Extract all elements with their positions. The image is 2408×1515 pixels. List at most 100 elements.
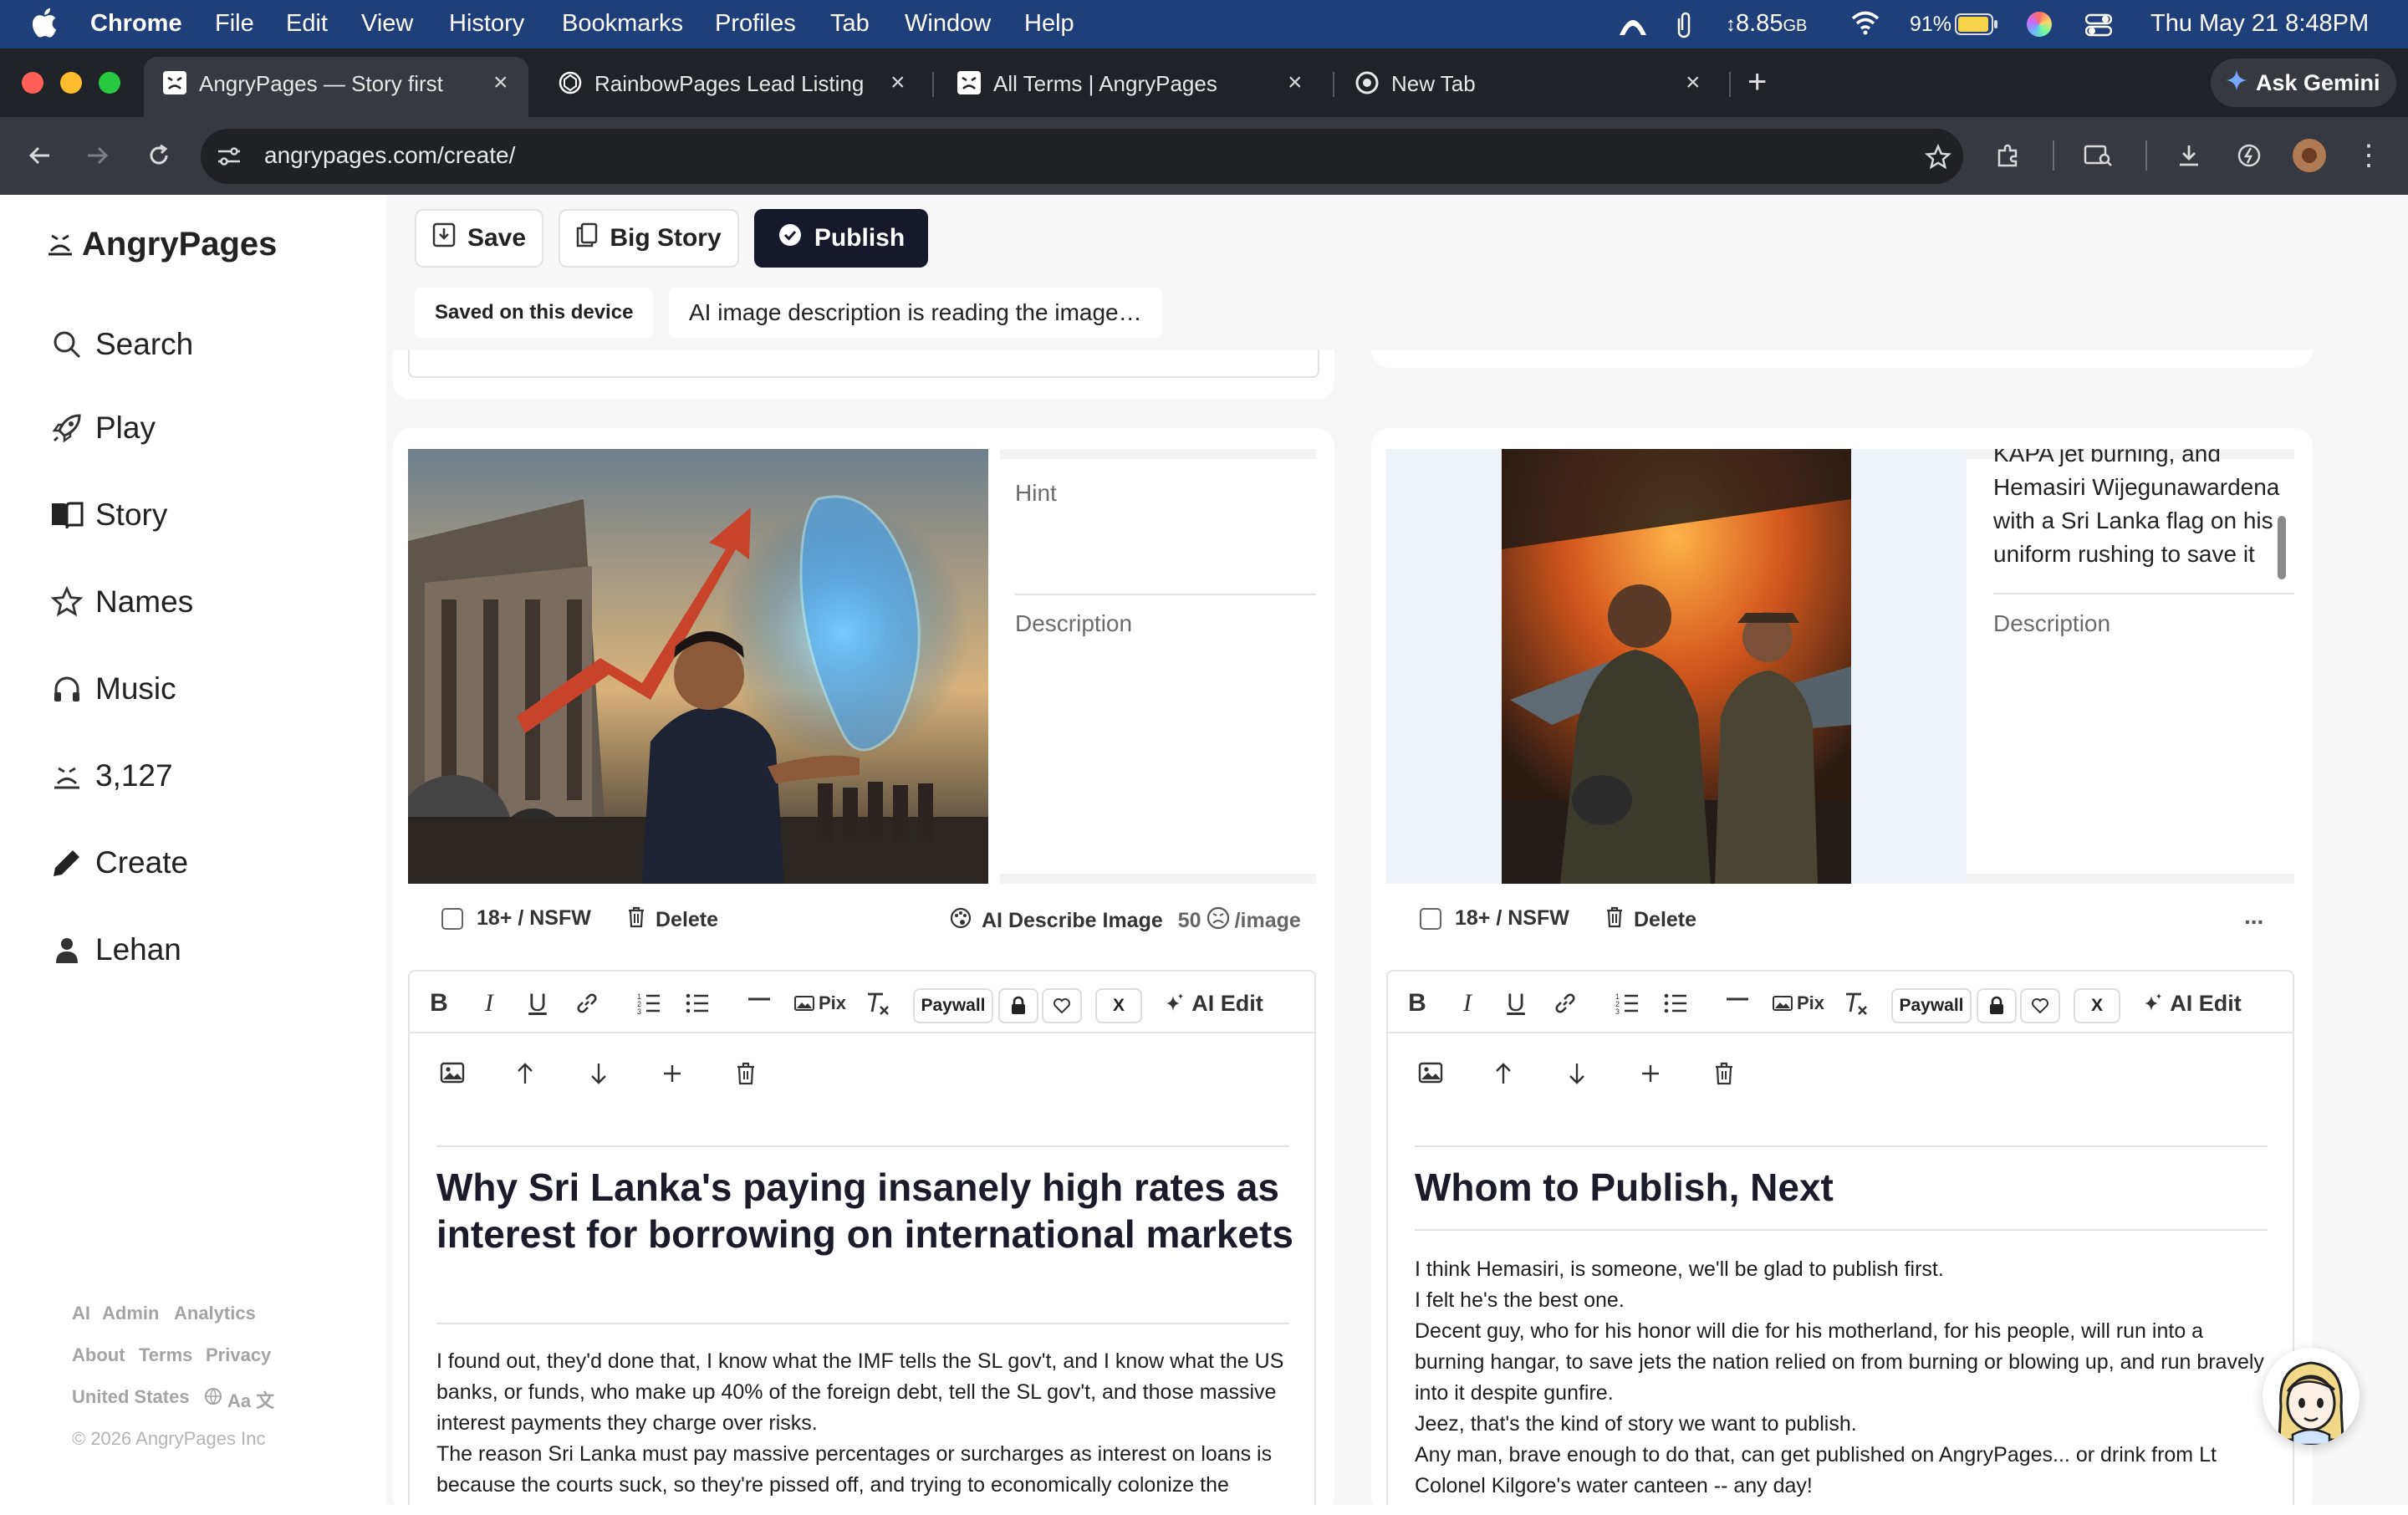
- clear-format-icon[interactable]: [865, 988, 891, 1018]
- nav-points[interactable]: 3,127: [48, 751, 173, 801]
- add-block-icon[interactable]: [662, 1064, 682, 1084]
- performance-icon[interactable]: [2232, 139, 2266, 172]
- ai-describe-image-button[interactable]: AI Describe Image 50 /image: [950, 906, 1301, 936]
- underline-button[interactable]: U: [1503, 988, 1528, 1018]
- footer-link-ai[interactable]: AI: [72, 1303, 90, 1324]
- link-icon[interactable]: [574, 988, 600, 1018]
- move-down-icon[interactable]: [589, 1062, 609, 1085]
- window-minimize-button[interactable]: [60, 72, 82, 94]
- storage-indicator[interactable]: ↕8.85GB: [1726, 10, 1807, 38]
- paywall-button[interactable]: Paywall: [1891, 988, 1972, 1023]
- hint-scrollbar[interactable]: [2278, 516, 2286, 579]
- checkbox-box[interactable]: [1420, 907, 1441, 930]
- clear-format-icon[interactable]: [1843, 988, 1870, 1018]
- story-body[interactable]: I found out, they'd done that, I know wh…: [436, 1346, 1298, 1501]
- arc-status-icon[interactable]: [1616, 8, 1650, 45]
- menu-history[interactable]: History: [449, 10, 524, 38]
- reload-icon[interactable]: [142, 139, 176, 172]
- browser-tab-angrypages-story[interactable]: AngryPages — Story first ×: [144, 57, 528, 117]
- nav-names[interactable]: Names: [48, 577, 193, 627]
- editor-body[interactable]: Whom to Publish, Next I think Hemasiri, …: [1386, 1033, 2294, 1505]
- back-arrow-icon[interactable]: [23, 139, 57, 172]
- italic-button[interactable]: I: [1455, 988, 1480, 1018]
- add-block-icon[interactable]: [1640, 1064, 1661, 1084]
- forward-arrow-icon[interactable]: [80, 139, 114, 172]
- nav-search[interactable]: Search: [48, 319, 193, 370]
- move-up-icon[interactable]: [1493, 1062, 1513, 1085]
- menu-bookmarks[interactable]: Bookmarks: [562, 10, 683, 38]
- menu-edit[interactable]: Edit: [286, 10, 328, 38]
- nav-music[interactable]: Music: [48, 664, 176, 714]
- tab-search-icon[interactable]: [2082, 139, 2115, 172]
- checkbox-box[interactable]: [441, 907, 463, 930]
- new-tab-button[interactable]: +: [1747, 64, 1767, 101]
- brand-logo[interactable]: AngryPages: [47, 226, 277, 263]
- extensions-icon[interactable]: [1992, 139, 2025, 172]
- browser-tab-new-tab[interactable]: New Tab ×: [1336, 57, 1721, 109]
- footer-region[interactable]: United States: [72, 1386, 190, 1408]
- description-input[interactable]: Description: [1993, 610, 2110, 637]
- assistant-avatar-button[interactable]: [2263, 1348, 2360, 1445]
- delete-block-icon[interactable]: [736, 1062, 756, 1085]
- window-close-button[interactable]: [22, 72, 43, 94]
- window-zoom-button[interactable]: [99, 72, 120, 94]
- x-button[interactable]: X: [2074, 988, 2120, 1023]
- ai-edit-button[interactable]: AI Edit: [2135, 988, 2249, 1018]
- download-icon[interactable]: [2172, 139, 2206, 172]
- lock-icon[interactable]: [1977, 988, 2017, 1023]
- save-button[interactable]: Save: [415, 209, 543, 268]
- block-image[interactable]: [408, 449, 988, 884]
- profile-avatar[interactable]: [2293, 139, 2326, 172]
- underline-button[interactable]: U: [525, 988, 550, 1018]
- insert-image-icon[interactable]: [1418, 1062, 1443, 1084]
- bullet-list-icon[interactable]: [1662, 988, 1689, 1018]
- bullet-list-icon[interactable]: [684, 988, 711, 1018]
- story-headline[interactable]: Why Sri Lanka's paying insanely high rat…: [436, 1164, 1298, 1257]
- nav-play[interactable]: Play: [48, 403, 156, 453]
- heart-icon[interactable]: [1042, 988, 1082, 1023]
- paywall-button[interactable]: Paywall: [913, 988, 993, 1023]
- nav-story[interactable]: Story: [48, 490, 167, 540]
- menu-tab[interactable]: Tab: [830, 10, 870, 38]
- link-icon[interactable]: [1552, 988, 1579, 1018]
- pix-button[interactable]: Pix: [1771, 988, 1826, 1018]
- block-image[interactable]: [1502, 449, 1851, 884]
- menu-view[interactable]: View: [361, 10, 413, 38]
- address-bar[interactable]: angrypages.com/create/: [201, 129, 1963, 184]
- nav-profile[interactable]: Lehan: [48, 925, 181, 975]
- footer-language[interactable]: Aa 文: [227, 1386, 274, 1413]
- menu-help[interactable]: Help: [1024, 10, 1074, 38]
- pix-button[interactable]: Pix: [793, 988, 848, 1018]
- paperclip-icon[interactable]: [1674, 10, 1694, 45]
- menubar-clock[interactable]: Thu May 21 8:48PM: [2150, 10, 2369, 38]
- ordered-list-icon[interactable]: 123: [635, 988, 662, 1018]
- hint-input[interactable]: KAPA jet burning, and Hemasiri Wijegunaw…: [1993, 449, 2279, 571]
- browser-tab-all-terms[interactable]: All Terms | AngryPages ×: [938, 57, 1323, 109]
- delete-block-icon[interactable]: [1714, 1062, 1734, 1085]
- horizontal-rule-icon[interactable]: [1724, 988, 1751, 1018]
- ai-edit-button[interactable]: AI Edit: [1157, 988, 1271, 1018]
- battery-icon[interactable]: [1955, 13, 1998, 42]
- italic-button[interactable]: I: [477, 988, 502, 1018]
- bold-button[interactable]: B: [426, 988, 452, 1018]
- control-center-icon[interactable]: [2084, 13, 2113, 44]
- tab-close-icon[interactable]: ×: [1288, 69, 1303, 97]
- tab-close-icon[interactable]: ×: [493, 69, 508, 97]
- tab-close-icon[interactable]: ×: [890, 69, 906, 97]
- menu-window[interactable]: Window: [905, 10, 991, 38]
- more-options-button[interactable]: ...: [2244, 903, 2263, 930]
- footer-link-privacy[interactable]: Privacy: [206, 1344, 271, 1366]
- move-up-icon[interactable]: [515, 1062, 535, 1085]
- big-story-button[interactable]: Big Story: [559, 209, 739, 268]
- apple-icon[interactable]: [32, 8, 57, 44]
- menu-file[interactable]: File: [215, 10, 254, 38]
- ask-gemini-button[interactable]: Ask Gemini: [2211, 59, 2396, 107]
- bookmark-star-icon[interactable]: [1923, 142, 1953, 172]
- story-body[interactable]: I think Hemasiri, is someone, we'll be g…: [1415, 1254, 2276, 1502]
- bold-button[interactable]: B: [1405, 988, 1430, 1018]
- publish-button[interactable]: Publish: [754, 209, 928, 268]
- lock-icon[interactable]: [998, 988, 1038, 1023]
- wifi-icon[interactable]: [1851, 10, 1880, 42]
- horizontal-rule-icon[interactable]: [746, 988, 773, 1018]
- description-input[interactable]: Description: [1015, 610, 1132, 637]
